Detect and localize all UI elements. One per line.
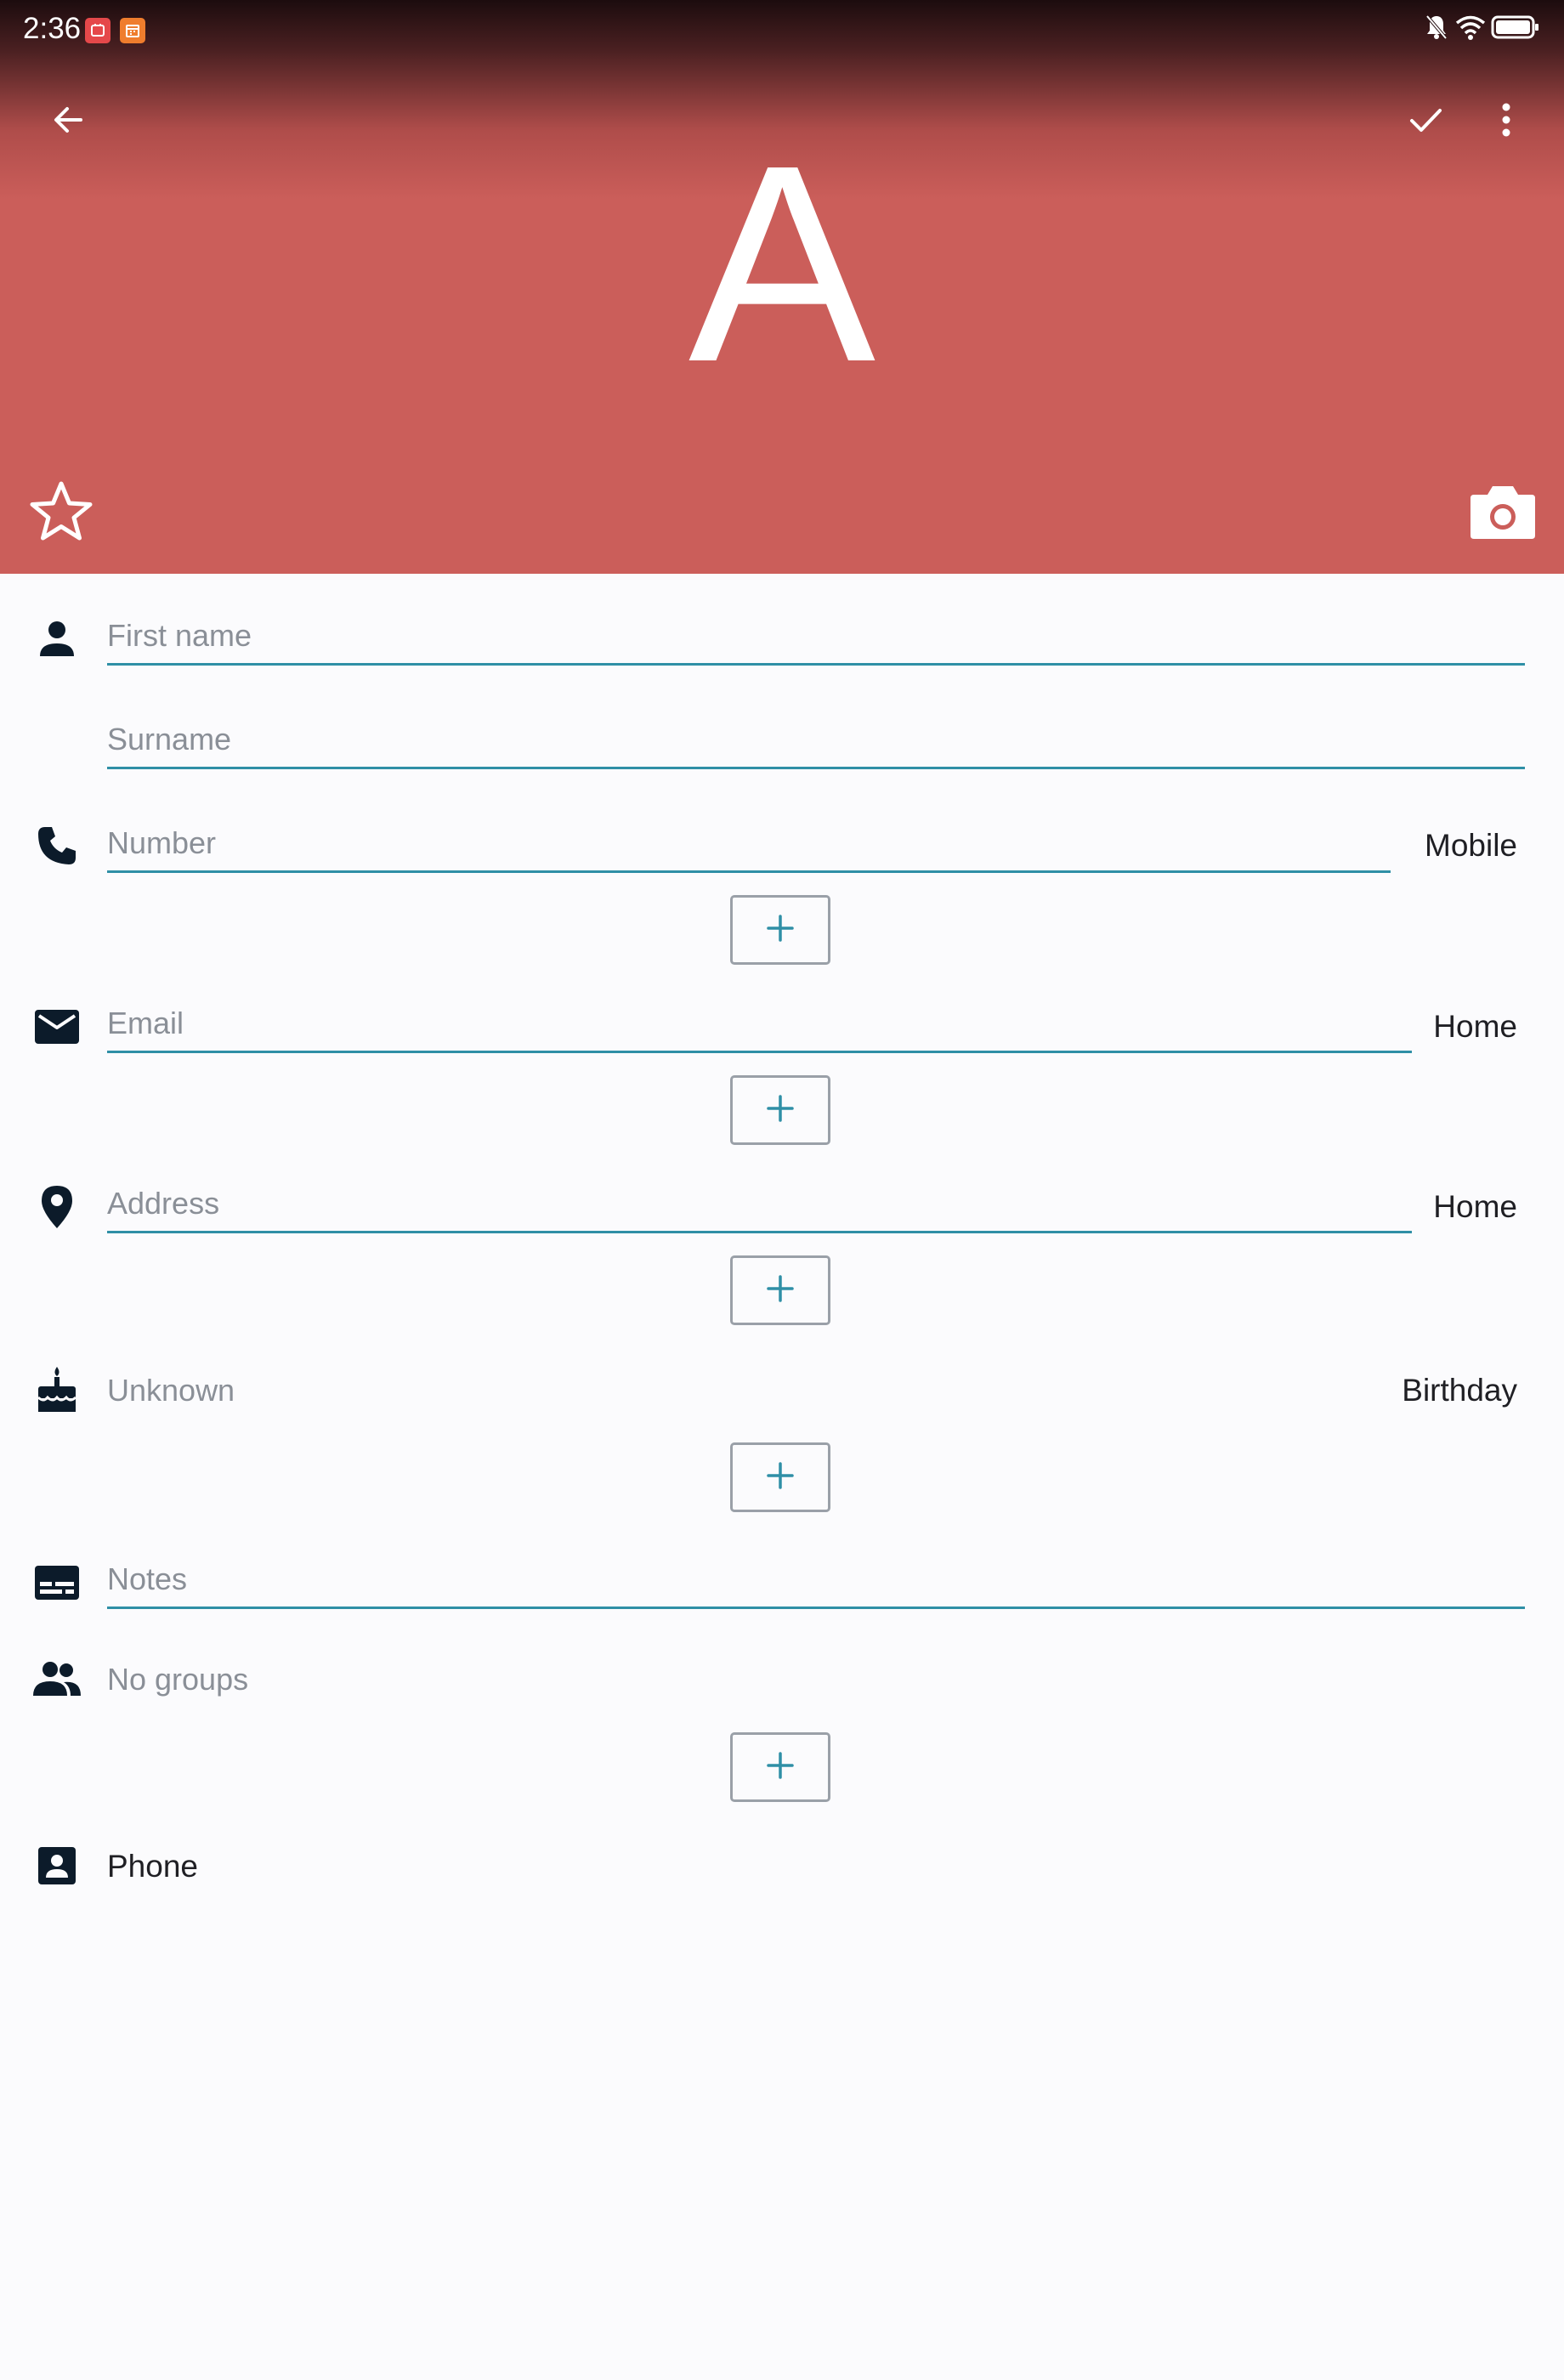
plus-icon [766, 914, 795, 947]
event-date-value[interactable]: Unknown [107, 1367, 235, 1414]
first-name-placeholder: First name [107, 618, 252, 653]
email-icon [27, 997, 87, 1057]
phone-icon [27, 816, 87, 876]
groups-value[interactable]: No groups [107, 1656, 248, 1703]
notes-icon [27, 1553, 87, 1612]
status-time: 2:36 [23, 12, 82, 45]
wifi-icon [1454, 14, 1488, 45]
app-notification-icon [85, 18, 110, 43]
add-group-button[interactable] [730, 1732, 830, 1802]
add-email-button[interactable] [730, 1075, 830, 1145]
phone-number-placeholder: Number [107, 825, 217, 860]
email-type-selector[interactable]: Home [1433, 1003, 1517, 1051]
address-input[interactable]: Address [107, 1180, 1412, 1233]
surname-placeholder: Surname [107, 722, 232, 756]
change-photo-button[interactable] [1460, 470, 1545, 555]
phone-number-input[interactable]: Number [107, 819, 1391, 873]
add-phone-button[interactable] [730, 895, 830, 965]
status-bar: 2:36 [0, 0, 1564, 61]
first-name-input[interactable]: First name [107, 612, 1525, 666]
plus-icon [766, 1094, 795, 1127]
notes-placeholder: Notes [107, 1561, 188, 1596]
add-event-button[interactable] [730, 1442, 830, 1512]
contact-source-icon [27, 1836, 87, 1896]
plus-icon [766, 1751, 795, 1784]
email-input[interactable]: Email [107, 1000, 1412, 1053]
silent-bell-icon [1425, 14, 1448, 45]
star-outline-icon [29, 480, 94, 546]
plus-icon [766, 1274, 795, 1307]
notes-input[interactable]: Notes [107, 1556, 1525, 1609]
plus-icon [766, 1461, 795, 1494]
add-address-button[interactable] [730, 1255, 830, 1325]
favorite-button[interactable] [19, 470, 104, 555]
person-icon [27, 609, 87, 668]
contact-source-value[interactable]: Phone [107, 1843, 198, 1890]
calendar-notification-icon [120, 18, 145, 43]
phone-type-selector[interactable]: Mobile [1425, 822, 1517, 870]
cake-icon [27, 1360, 87, 1420]
camera-icon [1469, 481, 1537, 545]
battery-icon [1491, 14, 1540, 45]
surname-input[interactable]: Surname [107, 716, 1525, 769]
location-pin-icon [27, 1177, 87, 1237]
address-placeholder: Address [107, 1186, 220, 1221]
groups-icon [27, 1649, 87, 1708]
event-type-selector[interactable]: Birthday [1402, 1367, 1517, 1414]
address-type-selector[interactable]: Home [1433, 1183, 1517, 1231]
email-placeholder: Email [107, 1006, 184, 1040]
avatar-letter: A [688, 106, 876, 420]
